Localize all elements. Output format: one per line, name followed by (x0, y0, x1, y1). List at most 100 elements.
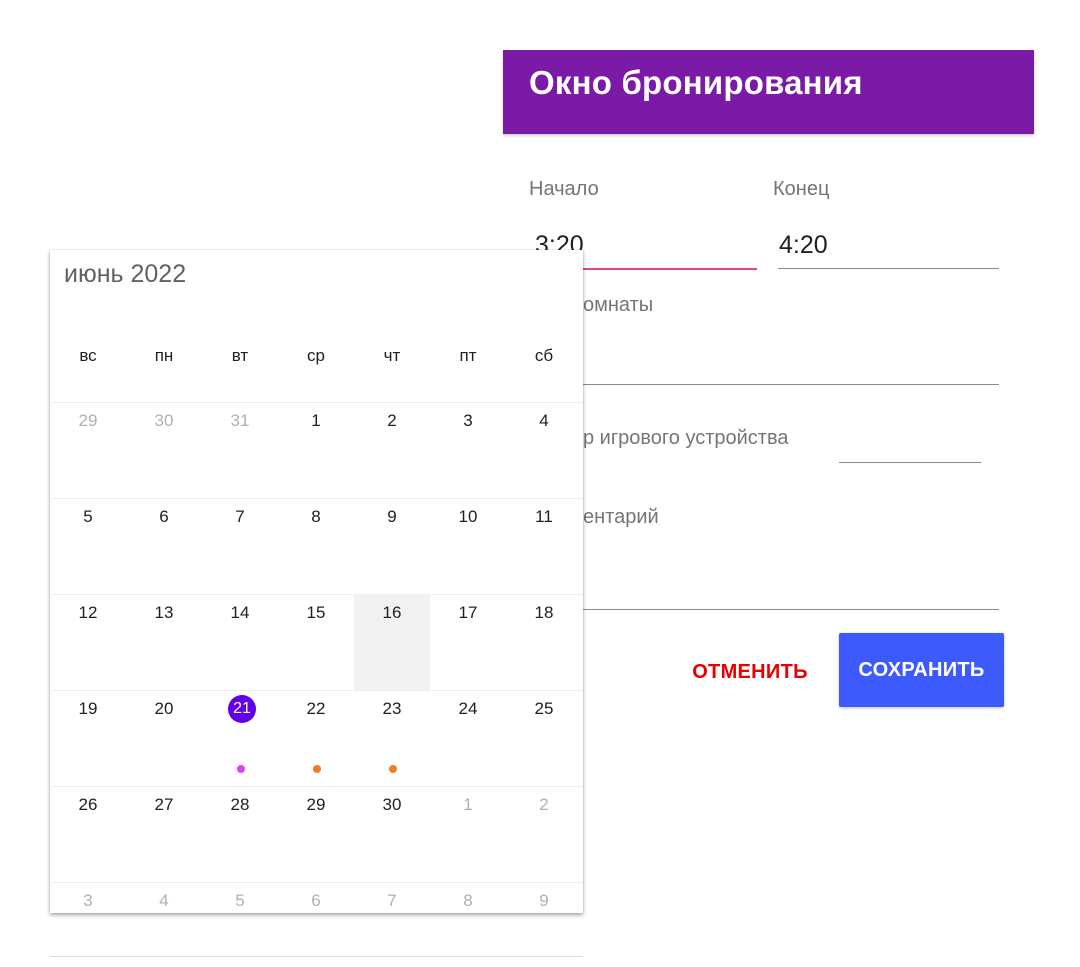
calendar-day[interactable]: 29 (50, 403, 126, 499)
calendar-day-number: 15 (306, 603, 326, 622)
lower-panel-edge (50, 956, 583, 967)
calendar-week-row: 29 30 31 1 2 3 4 (50, 402, 583, 499)
calendar-day-number: 23 (382, 699, 402, 718)
calendar-day-number: 5 (83, 507, 93, 526)
calendar-day-number: 3 (463, 411, 473, 430)
calendar-week-row: 5 6 7 8 9 10 11 (50, 498, 583, 595)
device-label: р игрового устройства (583, 427, 789, 449)
calendar-week-row: 12 13 14 15 16 17 18 (50, 594, 583, 691)
calendar-day[interactable]: 23 (354, 691, 430, 787)
calendar-day-selected[interactable]: 21 (202, 691, 278, 787)
date-picker-calendar: июнь 2022 вс пн вт ср чт пт сб 29 30 31 1 2 3… (50, 250, 583, 913)
calendar-day[interactable]: 8 (430, 883, 506, 913)
calendar-day-number: 18 (534, 603, 554, 622)
calendar-day[interactable]: 11 (506, 499, 582, 595)
calendar-day[interactable]: 27 (126, 787, 202, 883)
calendar-day-number: 13 (154, 603, 174, 622)
calendar-day-number: 29 (306, 795, 326, 814)
calendar-day-number: 17 (458, 603, 478, 622)
start-label: Начало (529, 178, 599, 200)
save-button[interactable]: СОХРАНИТЬ (839, 633, 1004, 707)
cancel-button[interactable]: ОТМЕНИТЬ (679, 644, 821, 700)
calendar-day[interactable]: 4 (506, 403, 582, 499)
calendar-day-number: 25 (534, 699, 554, 718)
calendar-day[interactable]: 17 (430, 595, 506, 691)
event-dot-indicator (389, 765, 397, 773)
weekday-mon: пн (154, 346, 174, 365)
weekday-fri: пт (459, 346, 477, 365)
calendar-day-number: 14 (230, 603, 250, 622)
calendar-day[interactable]: 9 (506, 883, 582, 913)
calendar-day[interactable]: 30 (126, 403, 202, 499)
calendar-day[interactable]: 6 (278, 883, 354, 913)
calendar-day-number: 20 (154, 699, 174, 718)
calendar-day[interactable]: 22 (278, 691, 354, 787)
calendar-day[interactable]: 31 (202, 403, 278, 499)
calendar-day[interactable]: 28 (202, 787, 278, 883)
calendar-day[interactable]: 5 (50, 499, 126, 595)
calendar-day[interactable]: 5 (202, 883, 278, 913)
calendar-day[interactable]: 19 (50, 691, 126, 787)
calendar-day[interactable]: 26 (50, 787, 126, 883)
calendar-day[interactable]: 12 (50, 595, 126, 691)
comment-input[interactable] (529, 609, 999, 610)
calendar-day[interactable]: 3 (50, 883, 126, 913)
calendar-day-number: 31 (230, 411, 250, 430)
calendar-day[interactable]: 7 (202, 499, 278, 595)
calendar-month-title: июнь 2022 (64, 260, 187, 288)
calendar-day[interactable]: 14 (202, 595, 278, 691)
calendar-day-number: 29 (78, 411, 98, 430)
calendar-day-number: 24 (458, 699, 478, 718)
comment-label: ентарий (583, 506, 659, 528)
calendar-day-number: 26 (78, 795, 98, 814)
calendar-day-number: 30 (154, 411, 174, 430)
calendar-day[interactable]: 13 (126, 595, 202, 691)
calendar-day[interactable]: 10 (430, 499, 506, 595)
calendar-day-number: 11 (535, 507, 553, 526)
calendar-day[interactable]: 2 (354, 403, 430, 499)
calendar-day-number: 3 (83, 891, 93, 910)
calendar-day-number: 28 (230, 795, 250, 814)
calendar-day-number: 1 (463, 795, 473, 814)
booking-title: Окно бронирования (529, 64, 863, 101)
calendar-week-row: 26 27 28 29 30 1 2 (50, 786, 583, 883)
calendar-day-number: 19 (78, 699, 98, 718)
calendar-week-row: 3 4 5 6 7 8 9 (50, 882, 583, 913)
calendar-day[interactable]: 18 (506, 595, 582, 691)
calendar-day[interactable]: 15 (278, 595, 354, 691)
calendar-day-number: 10 (458, 507, 478, 526)
calendar-day[interactable]: 24 (430, 691, 506, 787)
calendar-day-number: 8 (463, 891, 473, 910)
room-input[interactable] (529, 384, 999, 385)
calendar-day-number: 4 (539, 411, 549, 430)
calendar-day-number: 22 (306, 699, 326, 718)
calendar-day[interactable]: 3 (430, 403, 506, 499)
calendar-day[interactable]: 16 (354, 595, 430, 691)
device-input[interactable] (839, 462, 981, 463)
calendar-day-number: 30 (382, 795, 402, 814)
calendar-day[interactable]: 29 (278, 787, 354, 883)
calendar-day[interactable]: 30 (354, 787, 430, 883)
calendar-day[interactable]: 20 (126, 691, 202, 787)
calendar-day[interactable]: 1 (430, 787, 506, 883)
weekday-sun: вс (79, 346, 97, 365)
event-dot-indicator (237, 765, 245, 773)
calendar-day-number: 9 (387, 507, 397, 526)
calendar-day[interactable]: 25 (506, 691, 582, 787)
calendar-day[interactable]: 2 (506, 787, 582, 883)
calendar-day-number: 1 (311, 411, 321, 430)
calendar-day[interactable]: 9 (354, 499, 430, 595)
calendar-day-number: 6 (159, 507, 169, 526)
calendar-day[interactable]: 8 (278, 499, 354, 595)
weekday-thu: чт (383, 346, 401, 365)
end-time-input[interactable]: 4:20 (779, 231, 828, 260)
calendar-day-number: 21 (228, 695, 256, 723)
calendar-day[interactable]: 6 (126, 499, 202, 595)
calendar-day[interactable]: 4 (126, 883, 202, 913)
calendar-day-number: 7 (387, 891, 397, 910)
calendar-day-number: 2 (539, 795, 549, 814)
end-time-underline (778, 268, 999, 269)
calendar-day[interactable]: 1 (278, 403, 354, 499)
calendar-day[interactable]: 7 (354, 883, 430, 913)
calendar-day-number: 8 (311, 507, 321, 526)
